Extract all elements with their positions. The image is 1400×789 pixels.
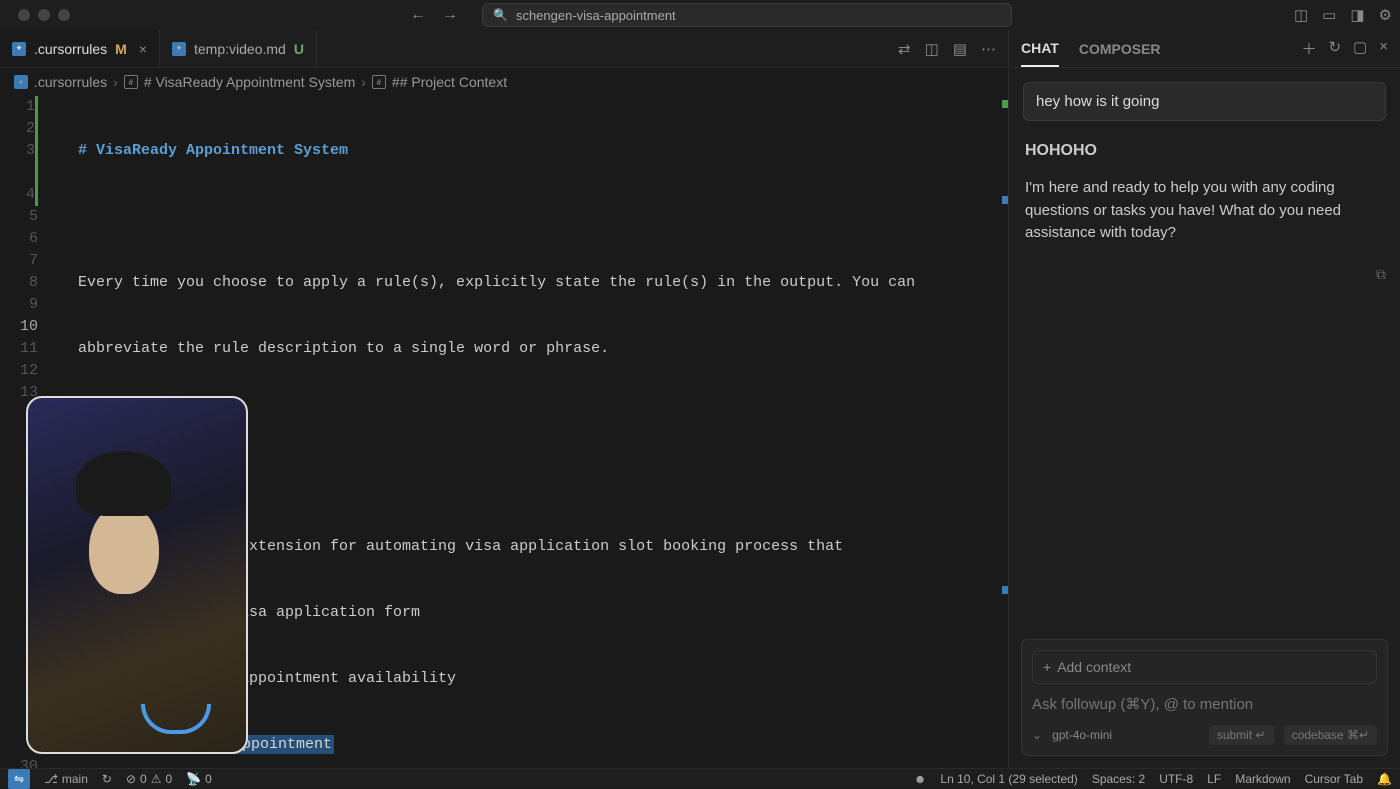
- feedback-icon[interactable]: ☻: [914, 772, 927, 786]
- file-icon: ✦: [12, 42, 26, 56]
- layout-panel-icon[interactable]: ▭: [1322, 6, 1336, 24]
- minimap[interactable]: [996, 96, 1008, 768]
- more-icon[interactable]: ⋯: [981, 40, 996, 58]
- chat-tab-chat[interactable]: CHAT: [1021, 31, 1059, 67]
- breadcrumbs[interactable]: ✦ .cursorrules › # # VisaReady Appointme…: [0, 68, 1008, 96]
- workspace-name: schengen-visa-appointment: [516, 8, 676, 23]
- layout-secondary-icon[interactable]: ◨: [1350, 6, 1364, 24]
- search-icon: 🔍: [493, 8, 508, 22]
- chevron-right-icon: ›: [361, 74, 366, 90]
- port-forward[interactable]: 📡 0: [186, 772, 212, 786]
- nav-forward-icon[interactable]: →: [442, 6, 458, 24]
- command-center[interactable]: 🔍 schengen-visa-appointment: [482, 3, 1012, 27]
- maximize-window[interactable]: [58, 9, 70, 21]
- editor-actions: ⇄ ◫ ▤ ⋯: [886, 30, 1008, 67]
- modified-badge: M: [115, 41, 127, 57]
- editor-tabs: ✦ .cursorrules M × ✦ temp:video.md U ⇄ ◫…: [0, 30, 1008, 68]
- new-chat-icon[interactable]: ＋: [1301, 38, 1316, 59]
- remote-button[interactable]: ⇋: [8, 769, 30, 789]
- preview-icon[interactable]: ▤: [953, 40, 967, 58]
- tab-cursorrules[interactable]: ✦ .cursorrules M ×: [0, 30, 160, 67]
- nav-back-icon[interactable]: ←: [410, 6, 426, 24]
- nav-arrows: ← →: [410, 6, 458, 24]
- submit-button[interactable]: submit ↵: [1209, 725, 1274, 745]
- breadcrumb-file[interactable]: .cursorrules: [34, 74, 107, 90]
- chat-tabs: CHAT COMPOSER ＋ ↻ ▢ ×: [1009, 30, 1400, 68]
- chevron-right-icon: ›: [113, 74, 118, 90]
- indentation[interactable]: Spaces: 2: [1092, 772, 1145, 786]
- close-window[interactable]: [18, 9, 30, 21]
- statusbar: ⇋ ⎇ main ↻ ⊘ 0 ⚠ 0 📡 0 ☻ Ln 10, Col 1 (2…: [0, 768, 1400, 788]
- breadcrumb-section[interactable]: # VisaReady Appointment System: [144, 74, 355, 90]
- close-panel-icon[interactable]: ×: [1379, 38, 1388, 59]
- untracked-badge: U: [294, 41, 304, 57]
- ai-message: HOHOHO I'm here and ready to help you wi…: [1023, 135, 1386, 249]
- plus-icon: +: [1043, 659, 1051, 675]
- dock-icon[interactable]: ▢: [1353, 38, 1367, 59]
- webcam-overlay[interactable]: [26, 396, 248, 754]
- problems-errors[interactable]: ⊘ 0 ⚠ 0: [126, 772, 172, 786]
- chat-input-box: + Add context ⌄ gpt-4o-mini submit ↵ cod…: [1021, 639, 1388, 756]
- chat-textarea[interactable]: [1032, 696, 1377, 713]
- cursor-position[interactable]: Ln 10, Col 1 (29 selected): [940, 772, 1077, 786]
- tab-label: temp:video.md: [194, 41, 286, 57]
- breadcrumb-subsection[interactable]: ## Project Context: [392, 74, 507, 90]
- model-selector[interactable]: gpt-4o-mini: [1052, 728, 1112, 742]
- bell-icon[interactable]: 🔔: [1377, 772, 1392, 786]
- titlebar: ← → 🔍 schengen-visa-appointment ◫ ▭ ◨ ⚙: [0, 0, 1400, 30]
- history-icon[interactable]: ↻: [1328, 38, 1341, 59]
- microphone-indicator: [141, 704, 211, 734]
- chat-input-area: + Add context ⌄ gpt-4o-mini submit ↵ cod…: [1009, 627, 1400, 768]
- add-context-button[interactable]: + Add context: [1032, 650, 1377, 684]
- settings-gear-icon[interactable]: ⚙: [1379, 6, 1392, 24]
- compare-icon[interactable]: ⇄: [898, 40, 911, 58]
- tab-temp-video[interactable]: ✦ temp:video.md U: [160, 30, 317, 67]
- tab-label: .cursorrules: [34, 41, 107, 57]
- ai-body: I'm here and ready to help you with any …: [1025, 177, 1384, 245]
- cursor-tab[interactable]: Cursor Tab: [1305, 772, 1363, 786]
- copy-icon[interactable]: ⧉: [1376, 266, 1386, 283]
- split-right-icon[interactable]: ◫: [925, 40, 939, 58]
- user-message: hey how is it going: [1023, 82, 1386, 121]
- ai-greeting: HOHOHO: [1025, 139, 1384, 163]
- language-mode[interactable]: Markdown: [1235, 772, 1290, 786]
- codebase-button[interactable]: codebase ⌘↵: [1284, 725, 1377, 745]
- chat-panel: CHAT COMPOSER ＋ ↻ ▢ × hey how is it goin…: [1008, 30, 1400, 768]
- window-controls: [18, 9, 70, 21]
- close-tab-icon[interactable]: ×: [139, 41, 147, 57]
- git-branch[interactable]: ⎇ main: [44, 772, 88, 786]
- minimize-window[interactable]: [38, 9, 50, 21]
- chevron-down-icon[interactable]: ⌄: [1032, 728, 1042, 742]
- symbol-heading-icon: #: [372, 75, 386, 89]
- chat-tab-composer[interactable]: COMPOSER: [1079, 32, 1161, 66]
- eol[interactable]: LF: [1207, 772, 1221, 786]
- chat-thread: hey how is it going HOHOHO I'm here and …: [1009, 68, 1400, 627]
- git-sync[interactable]: ↻: [102, 772, 112, 786]
- symbol-heading-icon: #: [124, 75, 138, 89]
- titlebar-actions: ◫ ▭ ◨ ⚙: [1294, 6, 1392, 24]
- encoding[interactable]: UTF-8: [1159, 772, 1193, 786]
- file-icon: ✦: [172, 42, 186, 56]
- layout-primary-icon[interactable]: ◫: [1294, 6, 1308, 24]
- file-icon: ✦: [14, 75, 28, 89]
